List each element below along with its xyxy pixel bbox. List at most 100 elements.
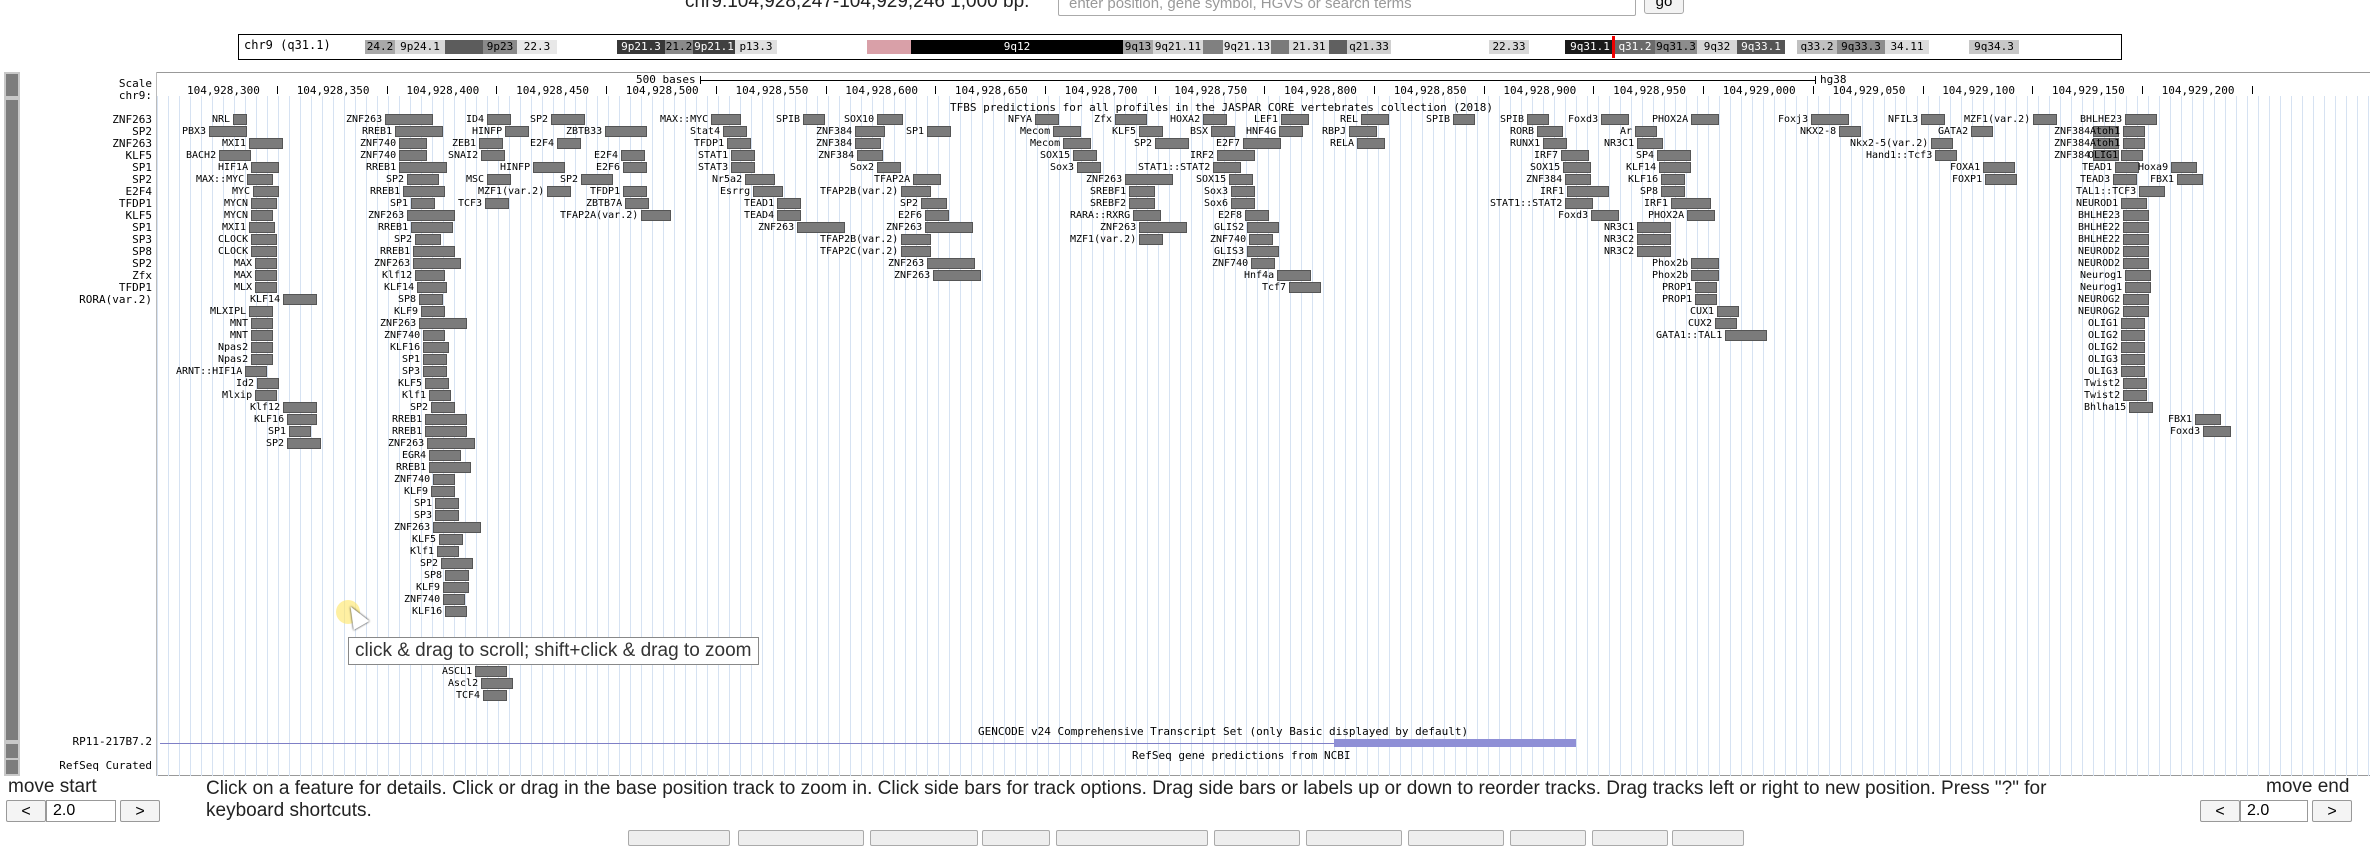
tfbs-feature[interactable]: TFAP2B(var.2) (820, 234, 932, 245)
tfbs-feature[interactable]: SP8 (1640, 186, 1686, 197)
tfbs-feature[interactable]: IRF2 (1190, 150, 1256, 161)
move-start-input[interactable]: 2.0 (46, 800, 116, 822)
tfbs-feature-box[interactable] (1243, 138, 1282, 149)
tfbs-feature[interactable]: Ar (1620, 126, 1658, 137)
tfbs-feature[interactable]: ZNF263 (380, 318, 468, 329)
tfbs-feature[interactable]: EGR4 (402, 450, 462, 461)
tfbs-feature[interactable]: KLF5 (412, 534, 464, 545)
tfbs-feature-box[interactable] (2121, 318, 2146, 329)
move-start-left-button[interactable]: < (6, 800, 46, 822)
tfbs-feature[interactable]: KLF5 (398, 378, 450, 389)
tfbs-feature-box[interactable] (505, 126, 530, 137)
tfbs-feature[interactable]: SP8 (398, 294, 444, 305)
tfbs-feature[interactable]: ZNF263 (886, 222, 974, 233)
tfbs-feature[interactable]: OLIG1 (2088, 318, 2146, 329)
tfbs-feature[interactable]: ZNF263 (894, 270, 982, 281)
tfbs-feature[interactable]: E2F6 (596, 162, 648, 173)
tfbs-feature[interactable]: SP2 (266, 438, 322, 449)
tfbs-feature[interactable]: SOX15 (1040, 150, 1098, 161)
tfbs-feature[interactable]: KLF5 (1112, 126, 1164, 137)
tfbs-feature[interactable]: TFAP2A(var.2) (560, 210, 672, 221)
tfbs-feature-box[interactable] (475, 666, 508, 677)
tfbs-feature-box[interactable] (1129, 198, 1156, 209)
tfbs-feature-box[interactable] (2171, 162, 2198, 173)
tfbs-feature-box[interactable] (1213, 162, 1242, 173)
tfbs-feature[interactable]: PHOX2A (1652, 114, 1720, 125)
tfbs-feature[interactable]: STAT1::STAT2 (1138, 162, 1242, 173)
tfbs-feature[interactable]: ZNF263 (368, 210, 456, 221)
tfbs-feature-box[interactable] (1063, 138, 1092, 149)
tfbs-feature[interactable]: ZNF740 (384, 330, 446, 341)
tfbs-feature[interactable]: NR3C2 (1604, 246, 1672, 257)
tfbs-feature-box[interactable] (797, 222, 846, 233)
tfbs-feature-box[interactable] (431, 402, 456, 413)
tfbs-feature[interactable]: Sox3 (1204, 186, 1256, 197)
tfbs-feature-box[interactable] (901, 186, 932, 197)
tfbs-feature[interactable]: SREBF1 (1090, 186, 1156, 197)
tfbs-feature-box[interactable] (481, 150, 506, 161)
tfbs-feature-box[interactable] (385, 114, 434, 125)
tfbs-feature[interactable]: SP3 (402, 366, 448, 377)
tfbs-feature-box[interactable] (2123, 234, 2150, 245)
tfbs-feature[interactable]: Hnf4a (1244, 270, 1312, 281)
tfbs-feature-box[interactable] (2121, 366, 2146, 377)
tfbs-feature[interactable]: Hoxa9 (2138, 162, 2198, 173)
tfbs-feature[interactable]: MNT (230, 330, 274, 341)
tfbs-feature[interactable]: IRF1 (1540, 186, 1610, 197)
tfbs-feature[interactable]: ZNF263 (394, 522, 482, 533)
tfbs-feature[interactable]: TFAP2A (874, 174, 942, 185)
tfbs-feature[interactable]: FBX1 (2150, 174, 2204, 185)
tfbs-feature[interactable]: ZNF263 (888, 258, 976, 269)
tfbs-feature[interactable]: RARA::RXRG (1070, 210, 1162, 221)
tfbs-feature[interactable]: Atoh1 (2090, 138, 2146, 149)
tfbs-feature[interactable]: CLOCK (218, 246, 278, 257)
tfbs-feature[interactable]: ZNF740 (404, 594, 466, 605)
tfbs-feature[interactable]: FOXP1 (1952, 174, 2018, 185)
tfbs-feature[interactable]: BHLHE23 (2080, 114, 2158, 125)
tfbs-feature[interactable]: TEAD3 (2080, 174, 2138, 185)
tfbs-feature[interactable]: FOXA1 (1950, 162, 2016, 173)
tfbs-feature-box[interactable] (1527, 114, 1550, 125)
tfbs-feature-box[interactable] (745, 174, 776, 185)
tfbs-feature[interactable]: MYCN (224, 198, 278, 209)
tfbs-feature-box[interactable] (1247, 222, 1280, 233)
tfbs-feature-box[interactable] (2203, 426, 2232, 437)
tfbs-feature-box[interactable] (395, 126, 444, 137)
tfbs-feature-box[interactable] (251, 210, 274, 221)
tfbs-feature-box[interactable] (219, 150, 252, 161)
tfbs-feature-box[interactable] (1139, 222, 1188, 233)
tfbs-feature-box[interactable] (1695, 282, 1718, 293)
tfbs-feature-box[interactable] (429, 390, 452, 401)
tfbs-feature[interactable]: TFDP1 (694, 138, 752, 149)
tfbs-feature-box[interactable] (423, 330, 446, 341)
tfbs-feature-box[interactable] (433, 474, 456, 485)
tfbs-feature[interactable]: MXI1 (222, 138, 284, 149)
tfbs-feature[interactable]: NR3C1 (1604, 138, 1664, 149)
tfbs-feature[interactable]: Sox2 (850, 162, 902, 173)
tfbs-feature[interactable]: SOX10 (844, 114, 904, 125)
tfbs-feature-box[interactable] (1053, 126, 1082, 137)
tfbs-feature-box[interactable] (2177, 174, 2204, 185)
tfbs-feature-box[interactable] (753, 186, 784, 197)
tfbs-feature-box[interactable] (1565, 174, 1592, 185)
tfbs-feature-box[interactable] (2113, 174, 2138, 185)
tfbs-feature-box[interactable] (209, 126, 248, 137)
tfbs-feature[interactable]: RUNX1 (1510, 138, 1568, 149)
tfbs-feature[interactable]: MAX (234, 270, 278, 281)
tfbs-feature[interactable]: ZNF263 (346, 114, 434, 125)
tfbs-feature-box[interactable] (1211, 126, 1236, 137)
tfbs-feature-box[interactable] (439, 534, 464, 545)
tfbs-feature-box[interactable] (431, 486, 456, 497)
tfbs-feature[interactable]: Twist2 (2084, 378, 2148, 389)
tfbs-feature[interactable]: Stat4 (690, 126, 748, 137)
tfbs-feature[interactable]: ZBTB7A (586, 198, 650, 209)
tfbs-feature-box[interactable] (1637, 138, 1664, 149)
tfbs-feature-box[interactable] (1635, 126, 1658, 137)
tfbs-feature[interactable]: TFAP2C(var.2) (820, 246, 932, 257)
tfbs-feature[interactable]: SOX15 (1530, 162, 1592, 173)
tfbs-feature[interactable]: MYC (232, 186, 280, 197)
tfbs-feature[interactable]: SP3 (414, 510, 460, 521)
tfbs-feature-box[interactable] (425, 426, 468, 437)
tfbs-feature-box[interactable] (249, 306, 274, 317)
tfbs-feature[interactable]: Tcf7 (1262, 282, 1322, 293)
